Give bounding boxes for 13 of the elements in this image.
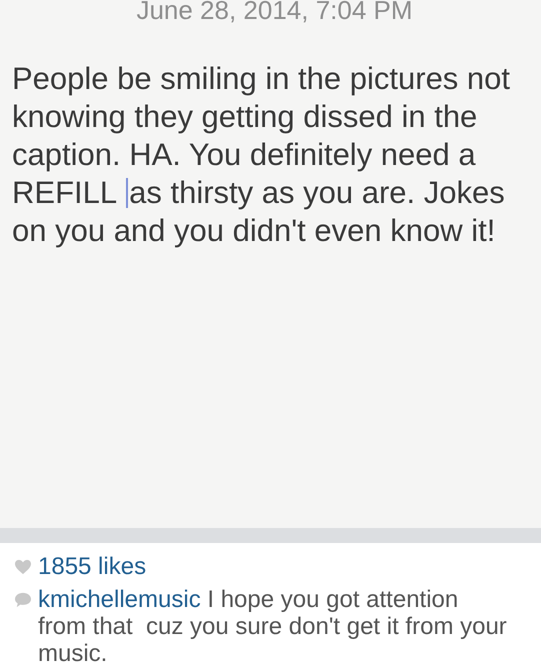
speech-bubble-icon [14,592,32,608]
username-link[interactable]: kmichellemusic [38,586,201,613]
note-text: REFILL [12,174,118,212]
note-text: knowing they getting dissed in the [12,98,478,136]
comment-text: kmichellemusic I hope you got attention from that cuz you sure don't get it from your music. [38,586,508,667]
heart-icon[interactable] [14,559,32,575]
note-text: on you and you didn't even know it! [12,212,496,250]
note-text: as thirsty as you are. Jokes [129,174,505,212]
text-cursor [126,178,128,208]
note-text: caption. HA. You definitely need a [12,136,476,174]
note-date: June 28, 2014, 7:04 PM [135,0,414,23]
likes-count[interactable]: 1855 likes [38,553,146,580]
note-text: People be smiling in the pictures not [12,60,510,98]
